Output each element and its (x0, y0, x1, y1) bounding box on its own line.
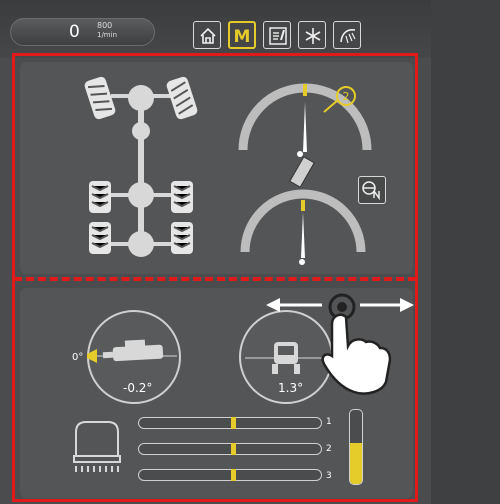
snowflake-button[interactable] (298, 21, 326, 49)
manual-mode-button[interactable]: M (228, 21, 256, 49)
m-mode-icon: M (234, 27, 251, 47)
side-strip (431, 0, 500, 504)
home-icon (200, 27, 216, 44)
notes-icon (269, 27, 287, 45)
rpm-unit: 1/min (97, 31, 118, 39)
spray-button[interactable] (333, 21, 361, 49)
rpm-top: 800 (97, 21, 113, 30)
home-button[interactable] (193, 21, 221, 49)
snowflake-icon (305, 28, 321, 44)
notes-button[interactable] (263, 21, 291, 49)
top-bar: 0 800 1/min M (0, 0, 431, 58)
swipe-gesture-hint (266, 293, 414, 395)
spray-icon (340, 29, 356, 44)
rpm-value: 0 (69, 22, 80, 42)
highlight-frame-upper (12, 53, 418, 281)
svg-text:M: M (234, 27, 251, 47)
rpm-readout: 0 800 1/min (10, 18, 155, 46)
hand-pointer-icon (321, 313, 392, 395)
